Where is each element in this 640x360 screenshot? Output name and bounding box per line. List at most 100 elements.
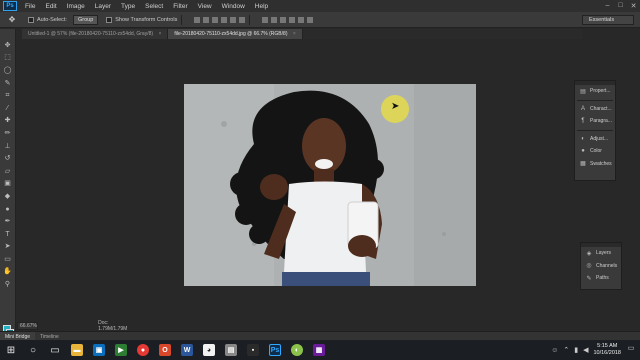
move-tool-icon[interactable]: ✥ [3,41,13,50]
taskbar-app[interactable]: W [176,340,198,360]
tab-close-icon[interactable]: × [158,31,161,37]
menu-image[interactable]: Image [62,3,90,10]
distribute-middle-icon[interactable] [271,16,278,23]
menu-filter[interactable]: Filter [168,3,192,10]
distribute-top-icon[interactable] [262,16,269,23]
panel-label: Swatches [590,160,612,167]
menu-edit[interactable]: Edit [40,3,61,10]
panel-paragraph[interactable]: ¶ Paragra... [575,115,615,128]
menu-help[interactable]: Help [250,3,273,10]
type-tool-icon[interactable]: T [3,230,13,239]
taskbar-app[interactable]: ◕ [198,340,220,360]
panel-adjustments[interactable]: ◐ Adjust... [575,133,615,146]
taskbar-app[interactable]: ▤ [220,340,242,360]
taskbar-app[interactable]: ◐ [286,340,308,360]
align-bottom-icon[interactable] [212,16,219,23]
panel-label: Adjust... [590,135,609,142]
history-brush-tool-icon[interactable]: ↺ [3,154,13,163]
taskbar-app-photoshop[interactable]: Ps [264,340,286,360]
panel-color[interactable]: ● Color [575,145,615,158]
tab-mini-bridge[interactable]: Mini Bridge [0,332,36,340]
align-middle-icon[interactable] [203,16,210,23]
align-top-icon[interactable] [194,16,201,23]
tab-timeline[interactable]: Timeline [35,332,64,340]
panel-swatches[interactable]: ▦ Swatches [575,158,615,171]
taskbar-app[interactable]: O [154,340,176,360]
bottom-panel-tabs: Mini Bridge Timeline [0,331,640,340]
lasso-tool-icon[interactable]: ◯ [3,66,13,75]
panel-label: Layers [596,250,612,257]
menu-select[interactable]: Select [140,3,168,10]
menu-view[interactable]: View [193,3,217,10]
clock[interactable]: 5:15 AM 10/16/2018 [593,343,621,357]
hand-tool-icon[interactable]: ✋ [3,267,13,276]
distribute-bottom-icon[interactable] [280,16,287,23]
clone-stamp-tool-icon[interactable]: ⊥ [3,142,13,151]
close-button[interactable]: ✕ [627,2,640,10]
system-tray: ☺ ⌃ ▮ ◀ 5:15 AM 10/16/2018 ▭ [551,343,640,357]
taskbar-app[interactable]: ▶ [110,340,132,360]
align-right-icon[interactable] [239,16,246,23]
distribute-center-icon[interactable] [298,16,305,23]
task-view-icon[interactable]: ▭ [44,340,66,360]
taskbar-app[interactable]: ▦ [308,340,330,360]
panel-channels[interactable]: ◎ Channels [581,260,621,273]
taskbar-app[interactable]: ▪ [242,340,264,360]
tab-close-icon[interactable]: × [293,31,296,37]
eraser-tool-icon[interactable]: ▱ [3,167,13,176]
pen-tool-icon[interactable]: ✒ [3,217,13,226]
notifications-icon[interactable]: ▭ [626,344,636,356]
path-select-tool-icon[interactable]: ➤ [3,242,13,251]
zoom-tool-icon[interactable]: ⚲ [3,280,13,289]
panel-paths[interactable]: ✎ Paths [581,272,621,285]
start-button[interactable]: ⊞ [0,340,22,360]
document-tabs: Untitled-1 @ 57% (file-20180420-75110-zx… [22,29,582,39]
marquee-tool-icon[interactable]: ⬚ [3,53,13,62]
chevron-up-icon[interactable]: ⌃ [563,346,569,354]
search-icon[interactable]: ○ [22,340,44,360]
options-divider [249,14,251,25]
workspace-switcher[interactable]: Essentials [582,14,634,25]
photoshop-window: Ps File Edit Image Layer Type Select Fil… [0,0,640,360]
eyedropper-tool-icon[interactable]: ⁄ [3,104,13,113]
blur-tool-icon[interactable]: ◆ [3,192,13,201]
taskbar-app[interactable]: ● [132,340,154,360]
zoom-level-field[interactable]: 66.67% [17,322,39,330]
align-left-icon[interactable] [221,16,228,23]
show-transform-checkbox[interactable] [106,16,113,23]
brush-tool-icon[interactable]: ✏ [3,129,13,138]
move-tool-preset-icon[interactable]: ✥ [4,14,20,26]
crop-tool-icon[interactable]: ⌗ [3,91,13,100]
healing-brush-tool-icon[interactable]: ✚ [3,116,13,125]
taskbar-app[interactable]: ▬ [66,340,88,360]
document-tab[interactable]: Untitled-1 @ 57% (file-20180420-75110-zx… [22,29,169,39]
recorder-icon: ▦ [313,344,325,356]
network-icon[interactable]: ▮ [574,346,578,354]
people-icon[interactable]: ☺ [551,347,558,354]
distribute-left-icon[interactable] [289,16,296,23]
document-image[interactable] [184,84,476,286]
volume-icon[interactable]: ◀ [583,346,588,354]
menu-type[interactable]: Type [116,3,140,10]
panel-character[interactable]: A Charact... [575,103,615,116]
document-tab-active[interactable]: file-20180420-75110-zx54dd.jpg @ 66.7% (… [168,29,303,39]
minimize-button[interactable]: – [601,2,614,10]
menu-file[interactable]: File [20,3,40,10]
maximize-button[interactable]: □ [614,2,627,10]
panel-properties[interactable]: ▤ Propert... [575,85,615,98]
auto-select-checkbox[interactable] [28,16,34,23]
quick-select-tool-icon[interactable]: ✎ [3,79,13,88]
menu-layer[interactable]: Layer [90,3,116,10]
gradient-tool-icon[interactable]: ▣ [3,179,13,188]
panel-label: Paragra... [590,118,612,125]
menu-window[interactable]: Window [217,3,250,10]
store-icon: ▣ [93,344,105,356]
align-center-icon[interactable] [230,16,237,23]
shape-tool-icon[interactable]: ▭ [3,255,13,264]
distribute-right-icon[interactable] [307,16,314,23]
panel-layers[interactable]: ◈ Layers [581,247,621,260]
taskbar-app[interactable]: ▣ [88,340,110,360]
auto-select-dropdown[interactable]: Group [72,14,99,25]
photo-illustration [184,84,476,286]
dodge-tool-icon[interactable]: ● [3,205,13,214]
